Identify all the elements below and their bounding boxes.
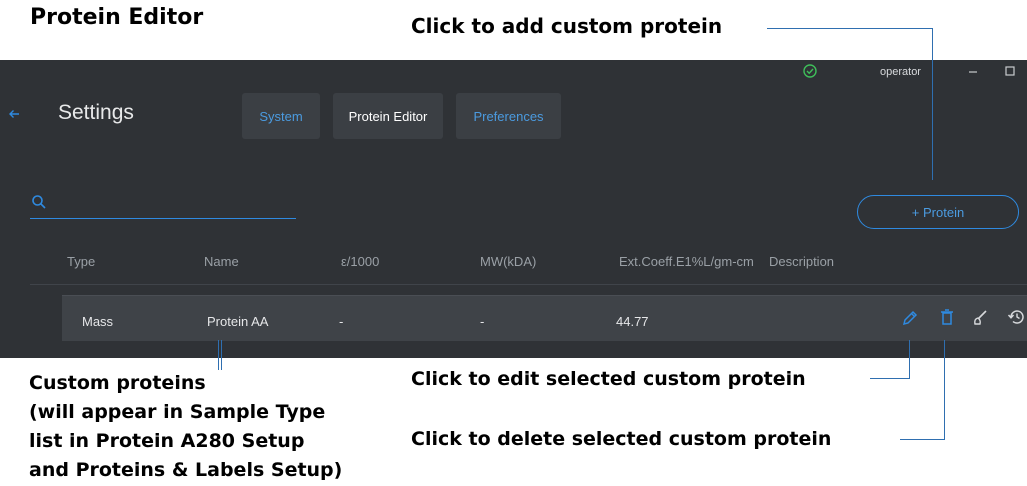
- column-header-epsilon[interactable]: ε/1000: [341, 254, 379, 269]
- search-icon: [31, 194, 47, 215]
- back-arrow-icon[interactable]: [8, 107, 20, 125]
- tab-system[interactable]: System: [242, 93, 320, 139]
- callout-line-add: [932, 28, 933, 180]
- callout-line-custom: [221, 340, 222, 370]
- annotation-add-protein: Click to add custom protein: [411, 14, 723, 38]
- callout-line-custom: [218, 340, 219, 370]
- annotation-custom-line: (will appear in Sample Type: [29, 401, 326, 423]
- annotation-custom-line: list in Protein A280 Setup: [29, 430, 305, 452]
- tab-system-label: System: [259, 108, 303, 124]
- add-protein-label: + Protein: [911, 204, 965, 220]
- tab-preferences[interactable]: Preferences: [456, 93, 561, 139]
- tab-protein-editor[interactable]: Protein Editor: [333, 93, 443, 139]
- cell-mw: -: [480, 314, 485, 329]
- cell-type: Mass: [82, 314, 114, 329]
- callout-line-delete: [944, 340, 945, 440]
- table-header-divider: [30, 284, 1027, 285]
- page-title: Settings: [58, 101, 134, 124]
- cell-name: Protein AA: [207, 314, 269, 329]
- callout-line-edit: [909, 340, 910, 378]
- callout-line-delete: [900, 439, 945, 440]
- column-header-ext-coeff[interactable]: Ext.Coeff.E1%L/gm-cm: [619, 254, 754, 269]
- annotation-edit: Click to edit selected custom protein: [411, 368, 806, 390]
- tab-preferences-label: Preferences: [473, 108, 544, 124]
- status-ok-icon: [803, 64, 817, 83]
- tab-protein-editor-label: Protein Editor: [348, 108, 428, 124]
- column-header-type[interactable]: Type: [67, 254, 95, 269]
- column-header-name[interactable]: Name: [204, 254, 239, 269]
- clean-brush-icon[interactable]: [971, 308, 989, 331]
- annotation-delete: Click to delete selected custom protein: [411, 428, 832, 450]
- annotation-custom-proteins: Custom proteins (will appear in Sample T…: [29, 369, 342, 485]
- annotation-custom-line: Custom proteins: [29, 372, 206, 394]
- column-header-mw[interactable]: MW(kDA): [480, 254, 536, 269]
- history-restore-icon[interactable]: [1007, 308, 1025, 331]
- annotation-custom-line: and Proteins & Labels Setup): [29, 459, 343, 481]
- user-label: operator: [880, 66, 921, 78]
- settings-window: operator Settings System Protein Editor …: [0, 60, 1027, 358]
- column-header-description[interactable]: Description: [769, 254, 834, 269]
- minimize-icon[interactable]: [967, 64, 979, 82]
- maximize-icon[interactable]: [1004, 64, 1016, 82]
- cell-epsilon: -: [339, 314, 344, 329]
- add-protein-button[interactable]: + Protein: [857, 195, 1019, 229]
- delete-trash-icon[interactable]: [938, 308, 956, 331]
- annotation-title: Protein Editor: [30, 5, 204, 30]
- callout-line-edit: [870, 378, 910, 379]
- search-underline: [30, 218, 296, 219]
- search-input[interactable]: [50, 194, 298, 216]
- callout-line-add: [767, 28, 933, 29]
- edit-pencil-icon[interactable]: [901, 309, 919, 332]
- cell-ext-coeff: 44.77: [616, 314, 649, 329]
